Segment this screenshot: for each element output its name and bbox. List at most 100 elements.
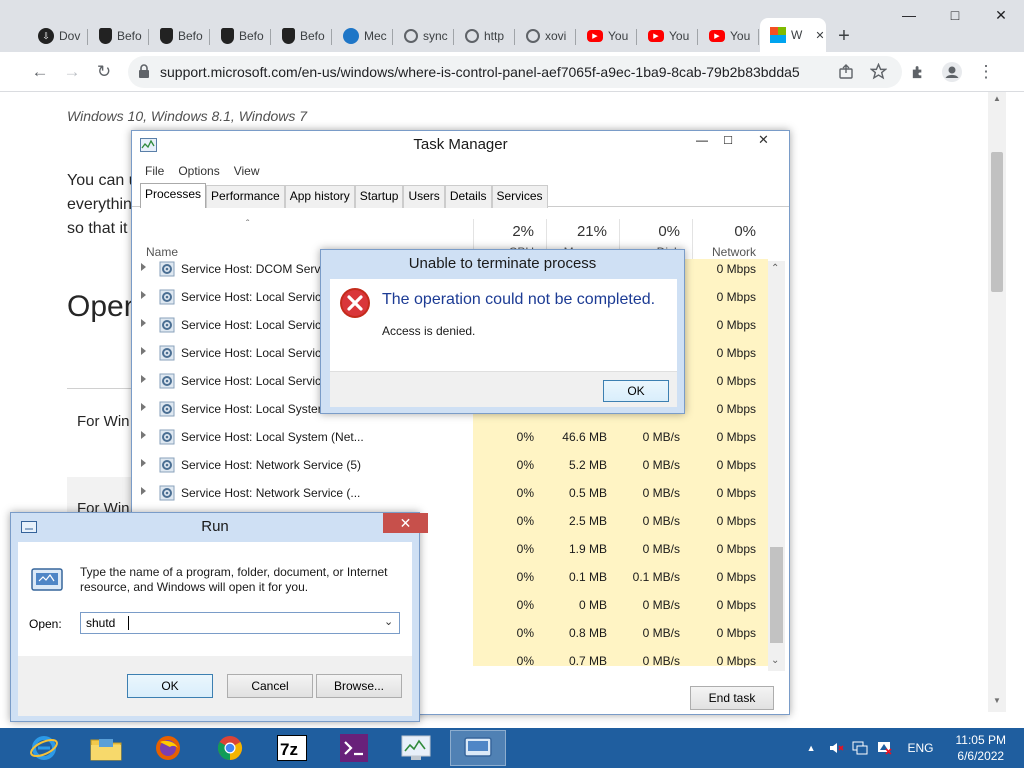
clock-time: 11:05 PM <box>955 733 1006 747</box>
browser-tab[interactable]: Befo <box>272 22 332 50</box>
browser-tab[interactable]: Befo <box>89 22 149 50</box>
browser-tab[interactable]: Befo <box>150 22 210 50</box>
open-label: Open: <box>29 617 62 631</box>
address-bar[interactable]: support.microsoft.com/en-us/windows/wher… <box>128 56 902 88</box>
expand-arrow-icon[interactable] <box>141 375 146 383</box>
run-taskbar-icon[interactable] <box>450 730 506 766</box>
process-net-value: 0 Mbps <box>716 290 756 304</box>
firefox-icon[interactable] <box>140 730 196 766</box>
shield-icon <box>221 28 234 44</box>
language-indicator[interactable]: ENG <box>908 741 934 755</box>
process-net-value: 0 Mbps <box>716 458 756 472</box>
extensions-puzzle-icon[interactable] <box>910 64 927 81</box>
reload-icon[interactable]: ↻ <box>90 58 118 86</box>
ok-button[interactable]: OK <box>603 380 669 402</box>
clock[interactable]: 11:05 PM 6/6/2022 <box>956 732 1006 764</box>
back-arrow-icon[interactable]: ← <box>26 58 54 86</box>
tab-performance[interactable]: Performance <box>206 185 285 208</box>
expand-arrow-icon[interactable] <box>141 319 146 327</box>
network-icon[interactable] <box>852 740 868 756</box>
chevron-down-icon[interactable]: ⌄ <box>384 615 393 628</box>
close-icon[interactable]: ✕ <box>741 131 786 151</box>
cancel-button[interactable]: Cancel <box>227 674 313 698</box>
minimize-icon[interactable]: — <box>689 131 715 151</box>
expand-arrow-icon[interactable] <box>141 459 146 467</box>
browser-tab[interactable]: ▶ You <box>699 22 759 50</box>
browse-button[interactable]: Browse... <box>316 674 402 698</box>
browser-tab-label: You <box>608 29 629 43</box>
text-cursor <box>128 616 129 630</box>
tab-processes[interactable]: Processes <box>140 183 207 208</box>
open-input[interactable]: shutd <box>86 616 115 630</box>
browser-tab[interactable]: http <box>455 22 515 50</box>
visual-studio-icon[interactable] <box>326 730 382 766</box>
scroll-thumb[interactable] <box>770 547 783 643</box>
process-mem-value: 2.5 MB <box>568 514 607 528</box>
menu-options[interactable]: Options <box>178 161 219 181</box>
process-mem-value: 0.1 MB <box>568 570 607 584</box>
expand-arrow-icon[interactable] <box>141 403 146 411</box>
chrome-menu-icon[interactable]: ⋮ <box>972 58 1000 86</box>
action-center-icon[interactable] <box>876 740 892 756</box>
maximize-icon[interactable]: □ <box>715 131 741 151</box>
close-tab-icon[interactable]: ✕ <box>815 29 824 42</box>
process-row[interactable]: Service Host: Local System (Net... 0% 46.6… <box>141 423 766 451</box>
volume-muted-icon[interactable] <box>828 740 844 756</box>
browser-tab[interactable]: W ✕ <box>760 18 826 52</box>
browser-tab[interactable]: ▶ You <box>577 22 637 50</box>
expand-arrow-icon[interactable] <box>141 291 146 299</box>
share-icon[interactable] <box>838 64 854 80</box>
page-scrollbar[interactable]: ▲ ▼ <box>988 92 1006 712</box>
expand-arrow-icon[interactable] <box>141 347 146 355</box>
youtube-icon: ▶ <box>648 30 664 42</box>
task-manager-taskbar-icon[interactable] <box>388 730 444 766</box>
expand-arrow-icon[interactable] <box>141 263 146 271</box>
expand-arrow-icon[interactable] <box>141 431 146 439</box>
file-explorer-icon[interactable] <box>78 730 134 766</box>
scroll-up-icon[interactable]: ⌃ <box>771 263 779 274</box>
expand-arrow-icon[interactable] <box>141 487 146 495</box>
process-name: Service Host: Network Service (5) <box>181 458 362 472</box>
tab-details[interactable]: Details <box>444 185 492 208</box>
forward-arrow-icon[interactable]: → <box>58 58 86 86</box>
scroll-down-icon[interactable]: ▼ <box>993 696 1001 705</box>
open-combo-box[interactable]: shutd ⌄ <box>80 612 400 634</box>
process-list-scrollbar[interactable]: ⌃ ⌄ <box>768 261 785 671</box>
close-icon[interactable]: ✕ <box>383 513 428 533</box>
clock-date: 6/6/2022 <box>957 749 1005 763</box>
tab-app-history[interactable]: App history <box>284 185 355 208</box>
tab-users[interactable]: Users <box>403 185 445 208</box>
internet-explorer-icon[interactable] <box>16 730 72 766</box>
tab-startup[interactable]: Startup <box>354 185 404 208</box>
accordion-item-1[interactable]: For Win <box>77 413 130 430</box>
maximize-icon[interactable]: □ <box>932 0 978 30</box>
profile-avatar-icon[interactable] <box>942 62 962 82</box>
process-row[interactable]: Service Host: Network Service (... 0% 0.5 … <box>141 479 766 507</box>
edge-icon <box>343 28 359 44</box>
browser-tab[interactable]: ⇩ Dov <box>28 22 88 50</box>
close-icon[interactable]: ✕ <box>978 0 1024 30</box>
process-net-value: 0 Mbps <box>716 598 756 612</box>
browser-tab[interactable]: sync <box>394 22 454 50</box>
minimize-icon[interactable]: — <box>886 0 932 30</box>
seven-zip-icon[interactable]: 7z <box>264 730 320 766</box>
menu-view[interactable]: View <box>234 161 260 181</box>
scroll-up-icon[interactable]: ▲ <box>993 94 1001 103</box>
scroll-down-icon[interactable]: ⌄ <box>771 655 779 666</box>
chrome-icon[interactable] <box>202 730 258 766</box>
network-column-header[interactable]: 0% Network <box>692 219 768 259</box>
scroll-thumb[interactable] <box>991 152 1003 292</box>
run-dialog-footer: OK Cancel Browse... <box>18 656 412 716</box>
end-task-button[interactable]: End task <box>690 686 774 710</box>
browser-tab[interactable]: Befo <box>211 22 271 50</box>
process-row[interactable]: Service Host: Network Service (5) 0% 5.2 M… <box>141 451 766 479</box>
bookmark-star-icon[interactable] <box>870 63 887 80</box>
new-tab-button[interactable]: + <box>832 22 856 50</box>
browser-tab[interactable]: Mec <box>333 22 393 50</box>
tab-services[interactable]: Services <box>491 185 548 208</box>
browser-tab[interactable]: ▶ You <box>638 22 698 50</box>
ok-button[interactable]: OK <box>127 674 213 698</box>
show-hidden-icons-icon[interactable]: ▲ <box>807 743 816 753</box>
browser-tab[interactable]: xovi <box>516 22 576 50</box>
menu-file[interactable]: File <box>145 161 164 181</box>
